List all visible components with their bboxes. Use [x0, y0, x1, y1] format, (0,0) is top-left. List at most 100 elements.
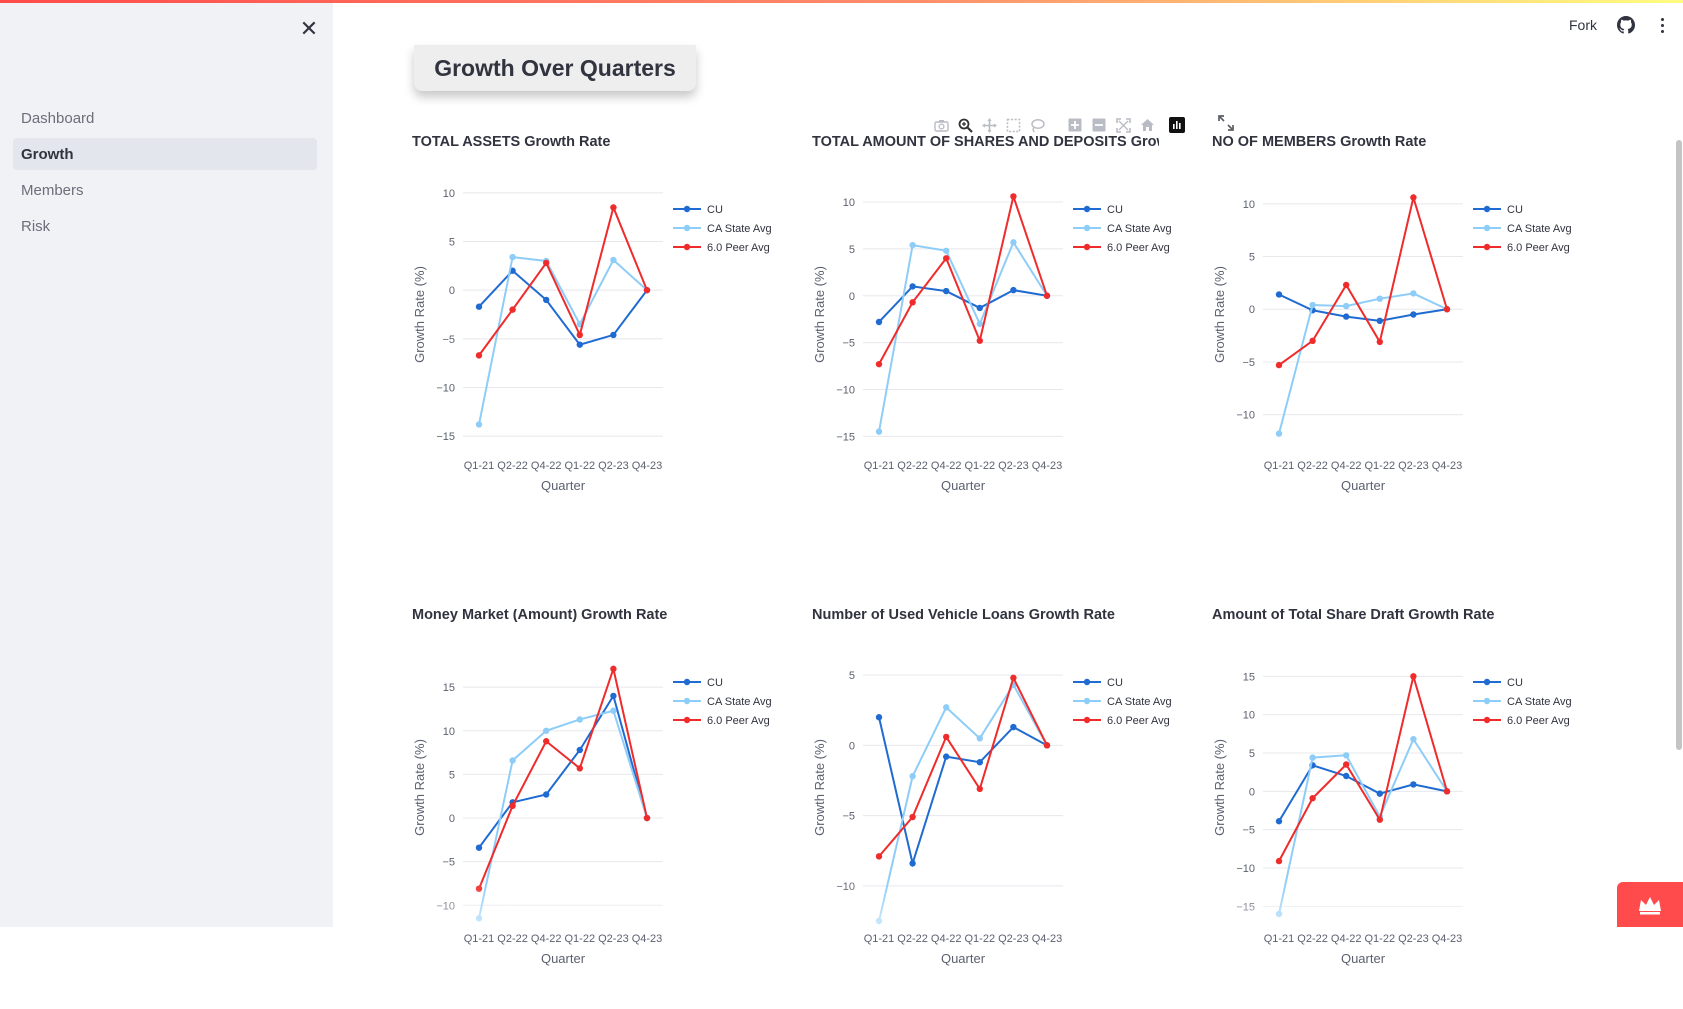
- data-point[interactable]: [1410, 736, 1417, 743]
- data-point[interactable]: [875, 917, 883, 925]
- data-point[interactable]: [576, 341, 583, 348]
- data-point[interactable]: [475, 885, 483, 892]
- data-point[interactable]: [576, 746, 583, 754]
- data-point[interactable]: [976, 759, 983, 766]
- sidebar-item-risk[interactable]: Risk: [13, 210, 317, 242]
- legend-label[interactable]: 6.0 Peer Avg: [707, 715, 770, 727]
- data-point[interactable]: [1275, 910, 1283, 918]
- legend-label[interactable]: CA State Avg: [1507, 223, 1572, 235]
- legend-label[interactable]: CU: [1107, 677, 1123, 689]
- data-point[interactable]: [1410, 781, 1417, 788]
- data-point[interactable]: [610, 256, 617, 264]
- data-point[interactable]: [1043, 742, 1051, 749]
- data-point[interactable]: [1376, 317, 1383, 325]
- autoscale-icon[interactable]: [1115, 117, 1131, 133]
- data-point[interactable]: [475, 352, 483, 359]
- data-point[interactable]: [1010, 239, 1017, 246]
- data-point[interactable]: [509, 757, 516, 764]
- data-point[interactable]: [1343, 752, 1350, 759]
- data-point[interactable]: [1410, 194, 1417, 201]
- vertical-scrollbar[interactable]: [1676, 140, 1682, 750]
- data-point[interactable]: [1043, 292, 1051, 299]
- data-point[interactable]: [875, 360, 883, 368]
- data-point[interactable]: [1410, 311, 1417, 318]
- fullscreen-icon[interactable]: [1217, 114, 1235, 132]
- data-point[interactable]: [1343, 313, 1350, 320]
- series-line[interactable]: [478, 204, 648, 356]
- series-line[interactable]: [878, 192, 1048, 365]
- data-point[interactable]: [1410, 673, 1417, 680]
- data-point[interactable]: [543, 738, 550, 745]
- data-point[interactable]: [475, 421, 483, 428]
- legend-label[interactable]: CA State Avg: [1107, 223, 1172, 235]
- data-point[interactable]: [576, 331, 583, 339]
- series-line[interactable]: [878, 716, 1048, 868]
- data-point[interactable]: [976, 735, 983, 742]
- legend-label[interactable]: CA State Avg: [707, 223, 772, 235]
- data-point[interactable]: [1275, 361, 1283, 369]
- github-icon[interactable]: [1617, 16, 1635, 34]
- legend-label[interactable]: CU: [707, 677, 723, 689]
- data-point[interactable]: [643, 286, 651, 294]
- legend-label[interactable]: CA State Avg: [1107, 696, 1172, 708]
- legend-label[interactable]: 6.0 Peer Avg: [1107, 242, 1170, 254]
- data-point[interactable]: [909, 283, 916, 290]
- legend-label[interactable]: CA State Avg: [1507, 696, 1572, 708]
- data-point[interactable]: [909, 860, 916, 867]
- plotly-logo-icon[interactable]: [1169, 117, 1185, 133]
- data-point[interactable]: [509, 306, 516, 313]
- data-point[interactable]: [543, 791, 550, 798]
- data-point[interactable]: [610, 707, 617, 714]
- data-point[interactable]: [1010, 723, 1017, 731]
- data-point[interactable]: [1275, 430, 1283, 437]
- zoom-in-icon[interactable]: [1067, 117, 1083, 133]
- legend-label[interactable]: CU: [1507, 204, 1523, 216]
- series-line[interactable]: [1278, 737, 1448, 915]
- data-point[interactable]: [576, 716, 583, 723]
- data-point[interactable]: [1309, 795, 1316, 802]
- legend-label[interactable]: 6.0 Peer Avg: [1107, 715, 1170, 727]
- data-point[interactable]: [509, 253, 516, 261]
- data-point[interactable]: [1010, 286, 1017, 294]
- series-line[interactable]: [1278, 672, 1448, 862]
- sidebar-item-members[interactable]: Members: [13, 174, 317, 206]
- data-point[interactable]: [1343, 761, 1350, 768]
- fork-link[interactable]: Fork: [1569, 17, 1597, 33]
- data-point[interactable]: [1275, 291, 1283, 298]
- data-point[interactable]: [875, 318, 883, 326]
- legend-label[interactable]: CA State Avg: [707, 696, 772, 708]
- data-point[interactable]: [976, 337, 983, 344]
- data-point[interactable]: [1410, 290, 1417, 297]
- camera-icon[interactable]: [933, 117, 949, 133]
- data-point[interactable]: [475, 915, 483, 922]
- data-point[interactable]: [1376, 816, 1383, 823]
- data-point[interactable]: [643, 814, 651, 822]
- data-point[interactable]: [943, 255, 950, 262]
- data-point[interactable]: [943, 247, 950, 254]
- data-point[interactable]: [875, 428, 883, 435]
- legend-label[interactable]: CU: [1507, 677, 1523, 689]
- data-point[interactable]: [875, 853, 883, 860]
- reset-axes-icon[interactable]: [1139, 117, 1155, 133]
- data-point[interactable]: [1010, 193, 1017, 200]
- data-point[interactable]: [543, 259, 550, 267]
- data-point[interactable]: [1309, 754, 1316, 761]
- data-point[interactable]: [1343, 281, 1350, 289]
- data-point[interactable]: [610, 665, 617, 673]
- lasso-select-icon[interactable]: [1029, 117, 1045, 133]
- sidebar-item-growth[interactable]: Growth: [13, 138, 317, 170]
- data-point[interactable]: [543, 296, 550, 304]
- data-point[interactable]: [1275, 818, 1283, 825]
- legend-label[interactable]: CU: [1107, 204, 1123, 216]
- data-point[interactable]: [1343, 772, 1350, 780]
- zoom-icon[interactable]: [957, 117, 973, 133]
- series-line[interactable]: [478, 269, 648, 346]
- legend-label[interactable]: CU: [707, 204, 723, 216]
- legend-label[interactable]: 6.0 Peer Avg: [1507, 242, 1570, 254]
- data-point[interactable]: [976, 304, 983, 312]
- data-point[interactable]: [976, 785, 983, 793]
- data-point[interactable]: [1309, 301, 1316, 309]
- data-point[interactable]: [543, 727, 550, 734]
- data-point[interactable]: [1309, 337, 1316, 345]
- data-point[interactable]: [1010, 674, 1017, 682]
